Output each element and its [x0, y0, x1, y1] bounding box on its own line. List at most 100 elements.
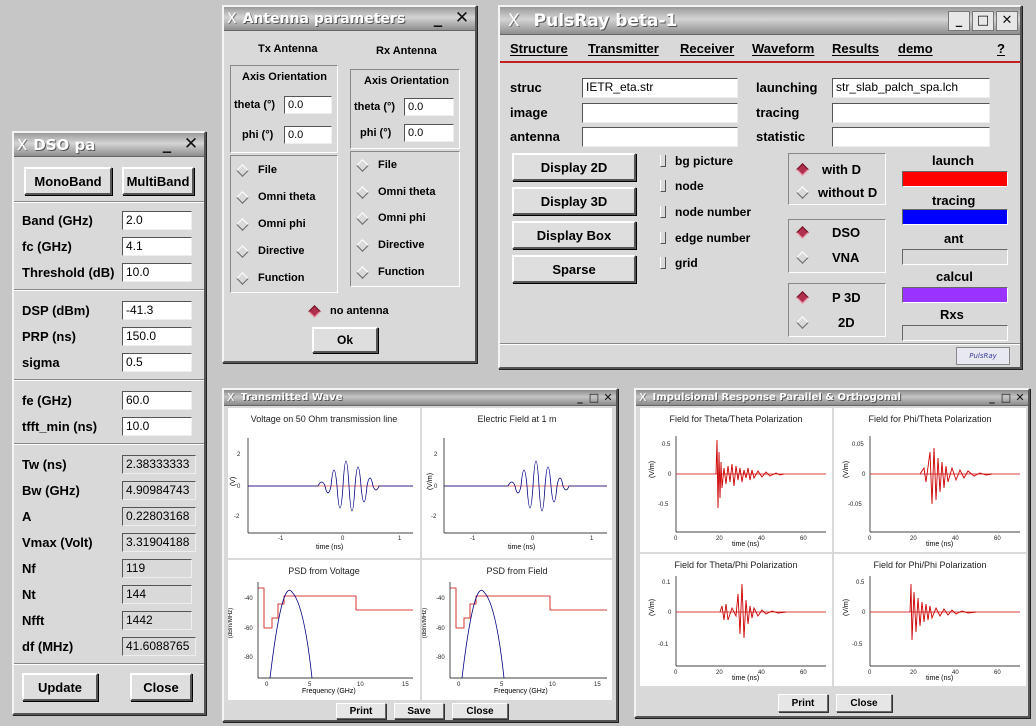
monoband-button[interactable]: MonoBand	[24, 167, 112, 195]
menu-receiver[interactable]: Receiver	[680, 41, 734, 56]
tracing-status-label: tracing	[932, 193, 976, 208]
tw-titlebar[interactable]: X Transmitted Wave _ □ ✕	[224, 390, 616, 406]
svg-text:0: 0	[862, 610, 866, 616]
minimize-icon[interactable]: _	[574, 391, 586, 405]
rx-phi-label: phi (°)	[360, 127, 392, 139]
tx-theta-input[interactable]: 0.0	[284, 96, 332, 114]
close-icon[interactable]: ✕	[996, 10, 1018, 31]
grid-checkbox[interactable]: grid	[660, 256, 698, 270]
ir-titlebar[interactable]: X Impulsional Response Parallel & Orthog…	[636, 390, 1028, 406]
rx-omni-theta-label: Omni theta	[378, 186, 436, 198]
svg-text:0: 0	[457, 682, 461, 688]
tx-function-radio[interactable]: Function	[234, 271, 305, 285]
menu-help[interactable]: ?	[997, 41, 1005, 56]
bg-picture-checkbox[interactable]: bg picture	[660, 154, 733, 168]
fe-input[interactable]: 60.0	[122, 391, 192, 410]
psd-voltage-y-label: (dBm/MHz)	[228, 607, 235, 639]
minimize-icon[interactable]: _	[156, 135, 178, 155]
rx-omni-theta-radio[interactable]: Omni theta	[354, 185, 436, 199]
menu-transmitter[interactable]: Transmitter	[588, 41, 659, 56]
rx-function-radio[interactable]: Function	[354, 265, 424, 279]
launching-input[interactable]: str_slab_palch_spa.lch	[832, 78, 990, 98]
sparse-button[interactable]: Sparse	[512, 255, 636, 283]
sigma-input[interactable]: 0.5	[122, 353, 192, 372]
dso-titlebar[interactable]: X DSO pa _ ✕	[14, 133, 204, 157]
close-icon[interactable]: ✕	[180, 135, 202, 155]
rx-directive-radio[interactable]: Directive	[354, 238, 424, 252]
rx-theta-input[interactable]: 0.0	[404, 98, 454, 116]
maximize-icon[interactable]: □	[972, 10, 994, 31]
node-number-checkbox[interactable]: node number	[660, 205, 751, 219]
2d-radio[interactable]: 2D	[794, 315, 855, 330]
struc-input[interactable]: IETR_eta.str	[582, 78, 738, 98]
dsp-input[interactable]: -41.3	[122, 301, 192, 320]
statistic-input[interactable]	[832, 127, 990, 147]
field-plot: Electric Field at 1 m 2 0 -2 -1 0 1 (V/m) tim…	[422, 408, 612, 558]
close-button[interactable]: Close	[836, 694, 892, 712]
antenna-input[interactable]	[582, 127, 738, 147]
prp-input[interactable]: 150.0	[122, 327, 192, 346]
print-button[interactable]: Print	[778, 694, 828, 712]
menu-waveform[interactable]: Waveform	[752, 41, 814, 56]
display-3d-button[interactable]: Display 3D	[512, 187, 636, 215]
close-button[interactable]: Close	[452, 703, 508, 719]
multiband-button[interactable]: MultiBand	[122, 167, 194, 195]
radio-icon	[796, 251, 809, 264]
menu-structure[interactable]: Structure	[510, 41, 568, 56]
image-input[interactable]	[582, 103, 738, 123]
edge-number-checkbox[interactable]: edge number	[660, 231, 750, 245]
node-checkbox[interactable]: node	[660, 179, 704, 193]
save-button[interactable]: Save	[394, 703, 444, 719]
svg-text:-0.5: -0.5	[658, 502, 669, 508]
rx-omni-phi-radio[interactable]: Omni phi	[354, 211, 426, 225]
tfft-min-input[interactable]: 10.0	[122, 417, 192, 436]
antenna-titlebar[interactable]: X Antenna parameters _ ✕	[224, 7, 475, 31]
dso-radio[interactable]: DSO	[794, 225, 860, 240]
pulsray-titlebar[interactable]: X PulsRay beta-1 _ □ ✕	[500, 7, 1020, 35]
close-icon[interactable]: ✕	[602, 391, 614, 405]
display-2d-button[interactable]: Display 2D	[512, 153, 636, 181]
close-icon[interactable]: ✕	[451, 9, 473, 29]
with-d-radio[interactable]: with D	[794, 162, 861, 177]
svg-text:10: 10	[549, 682, 556, 688]
menu-demo[interactable]: demo	[898, 41, 933, 56]
ir-title: Impulsional Response Parallel & Orthogon…	[652, 392, 901, 403]
radio-icon	[356, 238, 369, 252]
without-d-radio[interactable]: without D	[794, 185, 877, 200]
close-icon[interactable]: ✕	[1014, 391, 1026, 405]
menu-results[interactable]: Results	[832, 41, 879, 56]
field-x-label: time (ns)	[508, 544, 536, 551]
display-box-button[interactable]: Display Box	[512, 221, 636, 249]
fc-input[interactable]: 4.1	[122, 237, 192, 256]
minimize-icon[interactable]: _	[427, 9, 449, 29]
tx-file-radio[interactable]: File	[234, 163, 277, 177]
print-button[interactable]: Print	[336, 703, 386, 719]
tx-omni-theta-radio[interactable]: Omni theta	[234, 190, 315, 204]
update-button[interactable]: Update	[22, 673, 98, 701]
svg-text:0: 0	[674, 670, 678, 676]
maximize-icon[interactable]: □	[588, 391, 600, 405]
minimize-icon[interactable]: _	[948, 10, 970, 31]
p3d-radio[interactable]: P 3D	[794, 290, 861, 305]
tx-phi-input[interactable]: 0.0	[284, 126, 332, 144]
band-input[interactable]: 2.0	[122, 211, 192, 230]
theta-theta-x-label: time (ns)	[732, 541, 760, 548]
no-antenna-radio[interactable]: no antenna	[306, 304, 389, 318]
vna-radio[interactable]: VNA	[794, 250, 859, 265]
maximize-icon[interactable]: □	[1000, 391, 1012, 405]
tracing-input[interactable]	[832, 103, 990, 123]
tx-function-label: Function	[258, 272, 305, 284]
radio-icon	[796, 186, 809, 199]
rx-phi-input[interactable]: 0.0	[404, 124, 454, 142]
tx-omni-phi-radio[interactable]: Omni phi	[234, 217, 306, 231]
close-button[interactable]: Close	[130, 673, 192, 701]
minimize-icon[interactable]: _	[986, 391, 998, 405]
threshold-input[interactable]: 10.0	[122, 263, 192, 282]
antenna-params-window: X Antenna parameters _ ✕ Tx Antenna Rx A…	[222, 5, 477, 363]
tx-directive-radio[interactable]: Directive	[234, 244, 304, 258]
voltage-y-label: (V)	[230, 476, 238, 487]
rx-file-radio[interactable]: File	[354, 158, 397, 172]
ok-button[interactable]: Ok	[312, 327, 378, 353]
phi-phi-plot: Field for Phi/Phi Polarization 0.5 0 -0.5 0…	[834, 554, 1026, 686]
radio-icon	[796, 316, 809, 329]
